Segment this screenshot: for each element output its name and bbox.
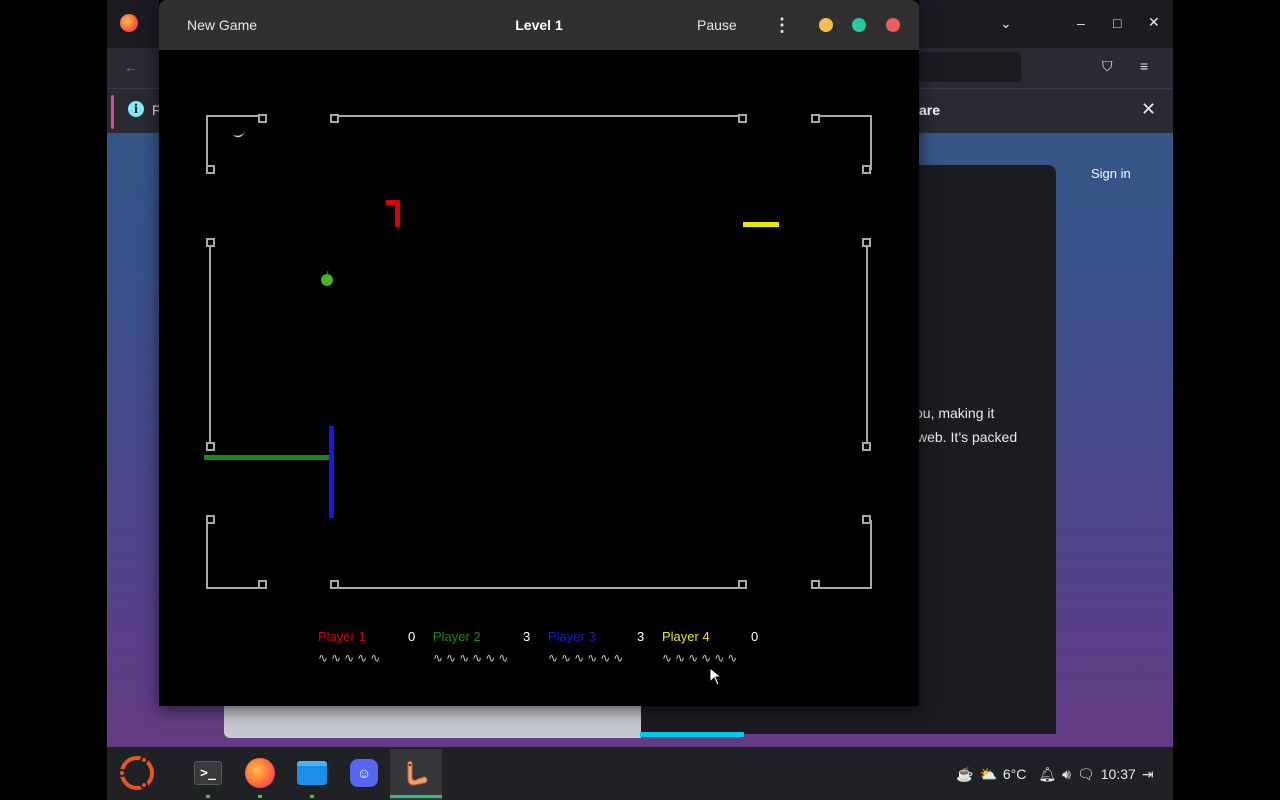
wall-top-right (815, 115, 872, 170)
player3-worm (329, 426, 334, 518)
menu-button[interactable]: ⋮ (772, 13, 792, 37)
system-tray: ☕ ⛅ 6°C 🔔︎ 🔊︎ 🗨︎ 10:37 ⇥ (956, 763, 1160, 785)
weather-temp[interactable]: 6°C (1003, 766, 1027, 782)
content-card-dark (641, 706, 1056, 734)
player1-worm (386, 200, 400, 227)
info-icon: i (128, 101, 144, 117)
firefox-icon (245, 758, 275, 788)
taskbar-discord[interactable]: ☺ (348, 758, 380, 788)
player4-worm (743, 222, 779, 227)
close-icon[interactable]: ✕ (1141, 100, 1156, 118)
minimize-button[interactable] (819, 18, 833, 32)
player2-score: 3 (523, 629, 531, 644)
wall-bottom-right (815, 520, 872, 589)
ubuntu-logo-icon[interactable] (118, 756, 154, 790)
close-button[interactable] (886, 18, 900, 32)
nibbles-worm-icon (407, 761, 428, 786)
chat-icon[interactable]: 🗨︎ (1077, 766, 1095, 783)
sign-in-link[interactable]: Sign in (1091, 166, 1131, 181)
logout-icon[interactable]: ⇥ (1142, 766, 1154, 783)
player4-score: 0 (751, 629, 759, 644)
back-arrow-icon[interactable]: ← (124, 60, 138, 74)
maximize-button[interactable] (852, 18, 866, 32)
running-indicator (310, 795, 314, 798)
taskbar-files[interactable] (296, 758, 328, 788)
content-text-line: ou, making it (915, 405, 995, 421)
player2-worm (204, 455, 332, 460)
active-task-indicator (390, 795, 442, 798)
discord-icon: ☺ (350, 759, 378, 787)
content-text-line: web. It’s packed (917, 429, 1018, 445)
player2-lives: ∿∿∿∿∿∿ (433, 651, 512, 665)
player4-name: Player 4 (662, 629, 710, 644)
running-indicator (206, 795, 210, 798)
chevron-down-icon[interactable]: ⌄ (1000, 16, 1012, 30)
player3-name: Player 3 (548, 629, 596, 644)
player3-score: 3 (637, 629, 645, 644)
url-bar[interactable] (919, 52, 1021, 82)
weather-icon[interactable]: ⛅ (979, 766, 996, 783)
player1-score: 0 (408, 629, 416, 644)
apple-item (321, 274, 333, 286)
notification-action[interactable]: are (919, 102, 940, 118)
notification-accent (111, 95, 114, 129)
pocket-icon[interactable]: ⛉ (1102, 59, 1113, 73)
screen: ⌄ – □ ✕ ← ⛉ ≡ i F are ✕ Sign in ou, maki… (0, 0, 1280, 800)
content-card (224, 706, 641, 738)
player2-name: Player 2 (433, 629, 481, 644)
running-indicator (258, 795, 262, 798)
taskbar-firefox[interactable] (244, 758, 276, 788)
pause-button[interactable]: Pause (689, 15, 745, 35)
files-icon (297, 761, 327, 785)
terminal-icon: >_ (194, 761, 222, 785)
player4-lives: ∿∿∿∿∿∿ (662, 651, 741, 665)
close-window-icon[interactable]: ✕ (1148, 15, 1160, 29)
game-headerbar: New Game Level 1 Pause ⋮ (159, 0, 919, 50)
player1-lives: ∿∿∿∿∿ (318, 651, 384, 665)
window-title: Level 1 (515, 17, 563, 33)
maximize-icon[interactable]: □ (1113, 16, 1121, 30)
player1-name: Player 1 (318, 629, 366, 644)
volume-icon[interactable]: 🔊︎ (1062, 766, 1071, 783)
mouse-cursor-icon (709, 667, 723, 686)
player3-lives: ∿∿∿∿∿∿ (548, 651, 627, 665)
progress-indicator (640, 732, 744, 737)
bell-icon[interactable]: 🔔︎ (1038, 766, 1056, 783)
content-panel (919, 165, 1056, 733)
minimize-icon[interactable]: – (1077, 16, 1085, 30)
coffee-icon[interactable]: ☕ (956, 766, 973, 783)
firefox-logo-icon[interactable] (120, 14, 138, 32)
banana-item (233, 128, 247, 138)
game-board (204, 114, 872, 589)
clock[interactable]: 10:37 (1101, 766, 1136, 782)
taskbar-terminal[interactable]: >_ (192, 758, 224, 788)
taskbar-nibbles[interactable] (400, 758, 432, 788)
nibbles-window: New Game Level 1 Pause ⋮ Player 1 0 Play… (159, 0, 919, 706)
wall-bottom-left (206, 520, 263, 589)
wall-top-left (206, 115, 263, 170)
hamburger-menu-icon[interactable]: ≡ (1140, 59, 1148, 73)
